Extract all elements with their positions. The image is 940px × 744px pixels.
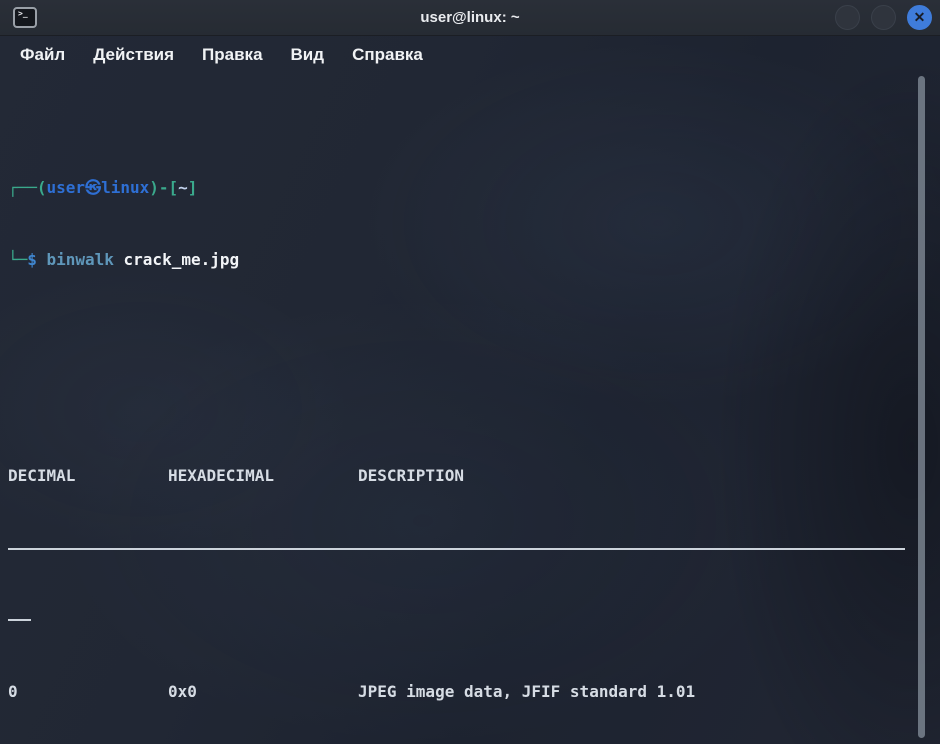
- window-buttons: ✕: [835, 5, 932, 30]
- prompt-frame: ┌──(: [8, 178, 47, 197]
- prompt-dollar: $: [27, 250, 37, 269]
- window-title: user@linux: ~: [0, 0, 940, 36]
- menubar: Файл Действия Правка Вид Справка: [0, 36, 940, 74]
- prompt-user: user: [47, 178, 86, 197]
- menu-help[interactable]: Справка: [352, 45, 423, 65]
- minimize-button[interactable]: [835, 5, 860, 30]
- prompt-frame: )-[: [149, 178, 178, 197]
- command-name: binwalk: [47, 250, 114, 269]
- menu-edit[interactable]: Правка: [202, 45, 262, 65]
- scrollbar-thumb[interactable]: [918, 76, 925, 738]
- menu-file[interactable]: Файл: [20, 45, 65, 65]
- header-separator: [8, 536, 932, 560]
- close-icon: ✕: [914, 9, 926, 26]
- command-argument: crack_me.jpg: [124, 250, 240, 269]
- table-row: 0 0x0 JPEG image data, JFIF standard 1.0…: [8, 680, 932, 704]
- terminal-output-area[interactable]: ┌──(user㉿linux)-[~] └─$ binwalk crack_me.j…: [0, 74, 940, 744]
- col-hexadecimal: HEXADECIMAL: [168, 464, 358, 488]
- command-line-1: └─$ binwalk crack_me.jpg: [8, 248, 932, 272]
- prompt-frame: ]: [188, 178, 198, 197]
- maximize-button[interactable]: [871, 5, 896, 30]
- terminal-window: { "window": { "title": "user@linux: ~" }…: [0, 0, 940, 744]
- cell-hex: 0x0: [168, 680, 358, 704]
- table-header: DECIMAL HEXADECIMAL DESCRIPTION: [8, 464, 932, 488]
- cell-decimal: 0: [8, 680, 168, 704]
- titlebar[interactable]: >_ user@linux: ~ ✕: [0, 0, 940, 36]
- blank-line: [8, 344, 932, 368]
- prompt-line-1: ┌──(user㉿linux)-[~]: [8, 176, 932, 200]
- menu-actions[interactable]: Действия: [93, 45, 174, 65]
- kali-at-icon: ㉿: [85, 178, 101, 197]
- menu-view[interactable]: Вид: [291, 45, 325, 65]
- col-decimal: DECIMAL: [8, 464, 168, 488]
- separator-wrap: [8, 608, 932, 632]
- prompt-host: linux: [101, 178, 149, 197]
- prompt-frame: └─: [8, 250, 27, 269]
- cell-description: JPEG image data, JFIF standard 1.01: [358, 680, 932, 704]
- prompt-cwd: ~: [178, 178, 188, 197]
- close-button[interactable]: ✕: [907, 5, 932, 30]
- col-description: DESCRIPTION: [358, 464, 932, 488]
